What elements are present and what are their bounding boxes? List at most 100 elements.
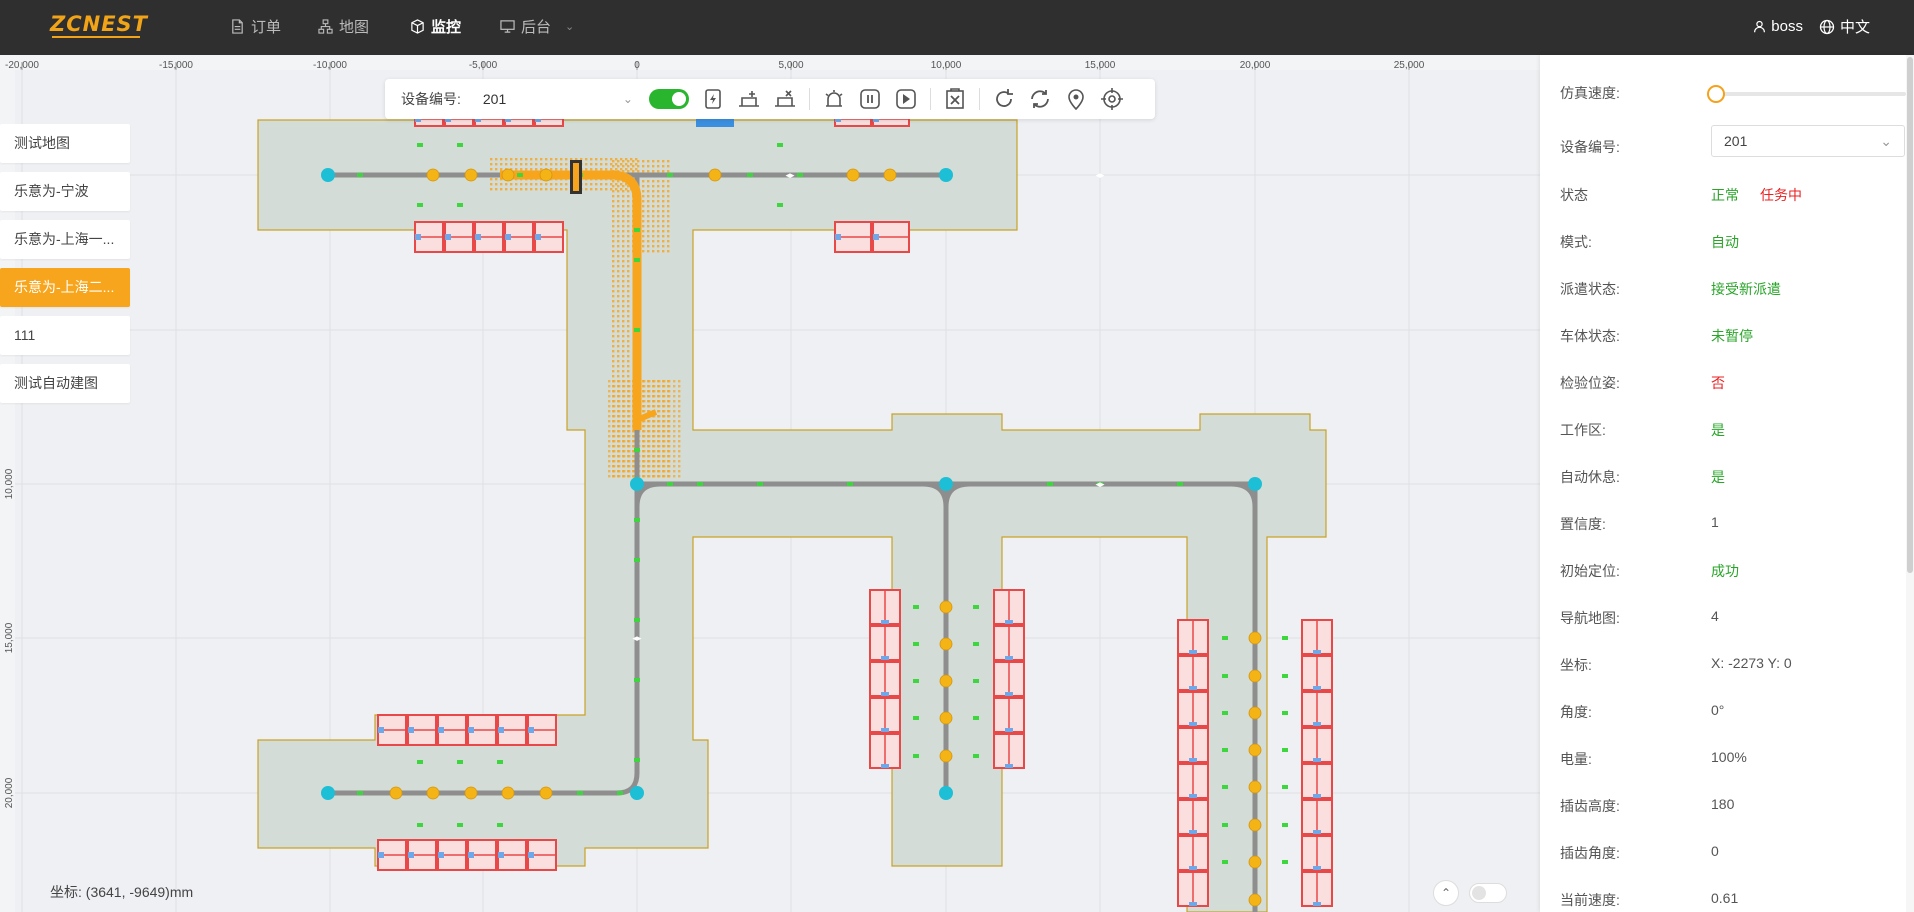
- shelf-marker: [1005, 728, 1013, 732]
- location-pin-icon[interactable]: [1064, 87, 1088, 111]
- footprint-dot: [647, 180, 650, 183]
- footprint-dot: [657, 165, 660, 168]
- shelf-marker: [1313, 650, 1321, 654]
- footprint-dot: [653, 395, 656, 398]
- footprint-dot: [652, 195, 655, 198]
- remove-shelf-icon[interactable]: [773, 87, 797, 111]
- sync-icon[interactable]: [1028, 87, 1052, 111]
- shelf-marker: [1189, 686, 1197, 690]
- footprint-dot: [617, 255, 620, 258]
- chevron-up-icon[interactable]: ⌃: [1433, 880, 1459, 906]
- footprint-dot: [667, 185, 670, 188]
- footprint-dot: [627, 250, 630, 253]
- layer-toggle[interactable]: [1469, 883, 1507, 903]
- footprint-dot: [657, 250, 660, 253]
- sim-speed-slider[interactable]: [1711, 92, 1906, 96]
- footprint-dot: [662, 195, 665, 198]
- footprint-dot: [663, 430, 666, 433]
- footprint-dot: [617, 300, 620, 303]
- footprint-dot: [678, 400, 681, 403]
- map-item-shanghai-2[interactable]: 乐意为-上海二...: [0, 268, 130, 307]
- map-canvas[interactable]: -20,000 -15,000 -10,000 -5,000 0 5,000 10,000 1…: [0, 55, 1540, 912]
- arrow-marker: ◂▸: [1095, 480, 1105, 490]
- footprint-dot: [658, 380, 661, 383]
- footprint-dot: [613, 470, 616, 473]
- brand-logo[interactable]: ZCNEST: [50, 12, 148, 36]
- shelf-marker: [1189, 902, 1197, 906]
- nav-map[interactable]: 地图: [318, 16, 369, 37]
- footprint-dot: [652, 205, 655, 208]
- add-shelf-icon[interactable]: [737, 87, 761, 111]
- footprint-dot: [678, 395, 681, 398]
- map-item-ningbo[interactable]: 乐意为-宁波: [0, 172, 130, 211]
- map-drawing[interactable]: -20,000 -15,000 -10,000 -5,000 0 5,000 10,000 1…: [0, 55, 1540, 912]
- footprint-dot: [628, 455, 631, 458]
- clear-task-icon[interactable]: [943, 87, 967, 111]
- info-value: 正常: [1711, 187, 1739, 203]
- nav-orders[interactable]: 订单: [230, 16, 281, 37]
- nav-monitor[interactable]: 监控: [410, 16, 461, 37]
- footprint-dot: [623, 395, 626, 398]
- panel-scrollbar[interactable]: [1906, 55, 1914, 912]
- footprint-dot: [663, 405, 666, 408]
- footprint-dot: [590, 163, 593, 166]
- language-label: 中文: [1839, 19, 1870, 36]
- waypoint-marker: [973, 716, 979, 720]
- footprint-dot: [662, 225, 665, 228]
- footprint-dot: [545, 183, 548, 186]
- target-icon[interactable]: [1100, 87, 1124, 111]
- nav-backend-label: 后台: [521, 19, 552, 36]
- info-value: 0.61: [1711, 890, 1739, 906]
- language-switcher[interactable]: 中文: [1819, 16, 1870, 37]
- footprint-dot: [648, 420, 651, 423]
- info-label: 导航地图:: [1560, 610, 1620, 626]
- device-select[interactable]: 201 ⌄: [483, 91, 633, 107]
- play-icon[interactable]: [894, 87, 918, 111]
- scrollbar-thumb[interactable]: [1907, 57, 1913, 573]
- footprint-dot: [628, 385, 631, 388]
- alarm-icon[interactable]: [822, 87, 846, 111]
- footprint-dot: [653, 465, 656, 468]
- footprint-dot: [648, 465, 651, 468]
- footprint-dot: [612, 365, 615, 368]
- footprint-dot: [550, 163, 553, 166]
- footprint-dot: [658, 440, 661, 443]
- sim-speed-handle[interactable]: [1707, 85, 1725, 103]
- station-dot: [501, 168, 515, 182]
- footprint-dot: [585, 188, 588, 191]
- footprint-dot: [515, 158, 518, 161]
- shelf-marker: [881, 764, 889, 768]
- waypoint-marker: [1177, 482, 1183, 486]
- info-label: 工作区:: [1560, 422, 1606, 438]
- footprint-dot: [627, 265, 630, 268]
- info-row: 角度: 0°: [1560, 702, 1890, 722]
- footprint-dot: [648, 455, 651, 458]
- device-toggle[interactable]: [648, 89, 689, 109]
- footprint-dot: [643, 380, 646, 383]
- reload-icon[interactable]: [992, 87, 1016, 111]
- footprint-dot: [612, 305, 615, 308]
- pause-icon[interactable]: [858, 87, 882, 111]
- map-item-111[interactable]: 111: [0, 316, 130, 355]
- footprint-dot: [560, 188, 563, 191]
- footprint-dot: [653, 390, 656, 393]
- map-item-shanghai-1[interactable]: 乐意为-上海一...: [0, 220, 130, 259]
- panel-device-select[interactable]: 201 ⌄: [1711, 125, 1905, 157]
- footprint-dot: [642, 205, 645, 208]
- footprint-dot: [613, 435, 616, 438]
- map-item-auto-build[interactable]: 测试自动建图: [0, 364, 130, 403]
- shelf-marker: [415, 234, 421, 240]
- nav-backend[interactable]: 后台 ⌄: [500, 16, 574, 37]
- waypoint-marker: [417, 823, 423, 827]
- user-menu[interactable]: boss: [1753, 18, 1803, 35]
- charge-icon[interactable]: [701, 87, 725, 111]
- footprint-dot: [658, 430, 661, 433]
- ruler-label: -15,000: [159, 60, 193, 71]
- ruler-label: 15,000: [4, 622, 15, 653]
- footprint-dot: [622, 225, 625, 228]
- footprint-dot: [622, 270, 625, 273]
- map-item-test[interactable]: 测试地图: [0, 124, 130, 163]
- footprint-dot: [617, 325, 620, 328]
- robot-201[interactable]: [570, 160, 582, 194]
- info-value: 100%: [1711, 749, 1747, 765]
